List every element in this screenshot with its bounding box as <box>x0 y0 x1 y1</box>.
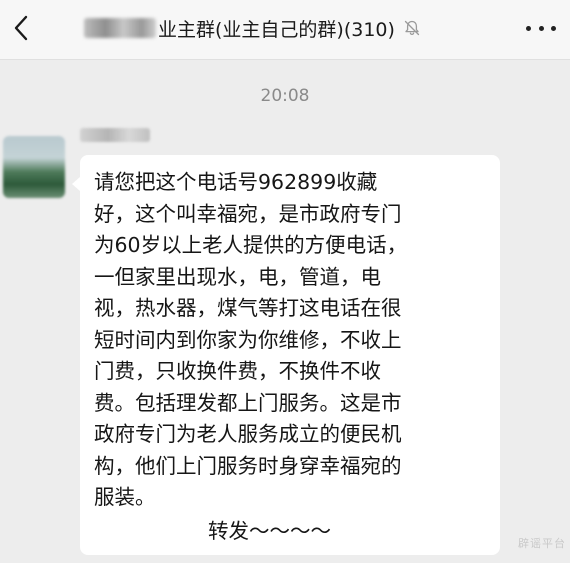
sender-avatar[interactable] <box>3 136 65 198</box>
message-line: 一但家里出现水，电，管道，电 <box>94 264 381 289</box>
message-line: 构，他们上门服务时身穿幸福宛的 <box>94 453 402 478</box>
more-dots-icon <box>538 25 544 31</box>
message-line: 费。包括理发都上门服务。这是市 <box>94 390 402 415</box>
message-timestamp: 20:08 <box>260 86 310 106</box>
chat-title-text: 业主群(业主自己的群)(310) <box>158 18 395 41</box>
message-line: 短时间内到你家为你维修，不收上 <box>94 327 402 352</box>
message-bubble[interactable]: 请您把这个电话号962899收藏 好，这个叫幸福宛，是市政府专门 为60岁以上老… <box>72 155 500 555</box>
message-forward-line: 转发～～～～ <box>208 518 331 543</box>
more-dots-icon <box>526 25 531 31</box>
back-button[interactable] <box>6 10 36 46</box>
watermark-text: 辟谣平台 <box>518 537 566 550</box>
message-line: 好，这个叫幸福宛，是市政府专门 <box>94 201 402 226</box>
message-line: 门费，只收换件费，不换件不收 <box>94 359 381 383</box>
message-line: 政府专门为老人服务成立的便民机 <box>94 422 402 446</box>
chat-title: 业主群(业主自己的群)(310) <box>84 12 421 44</box>
chat-header: 业主群(业主自己的群)(310) <box>0 0 570 60</box>
message-line: 视，热水器，煤气等打这电话在很 <box>94 296 402 320</box>
message-line: 请您把这个电话号962899收藏 <box>94 170 378 194</box>
message-line: 服装。 <box>94 485 156 509</box>
blurred-group-name <box>84 18 156 38</box>
bell-off-icon <box>403 19 421 37</box>
more-options-button[interactable] <box>526 18 556 38</box>
more-dots-icon <box>551 25 556 31</box>
chevron-left-icon <box>14 15 28 41</box>
message-line: 为60岁以上老人提供的方便电话， <box>94 233 408 257</box>
sender-name-blurred <box>80 128 150 142</box>
